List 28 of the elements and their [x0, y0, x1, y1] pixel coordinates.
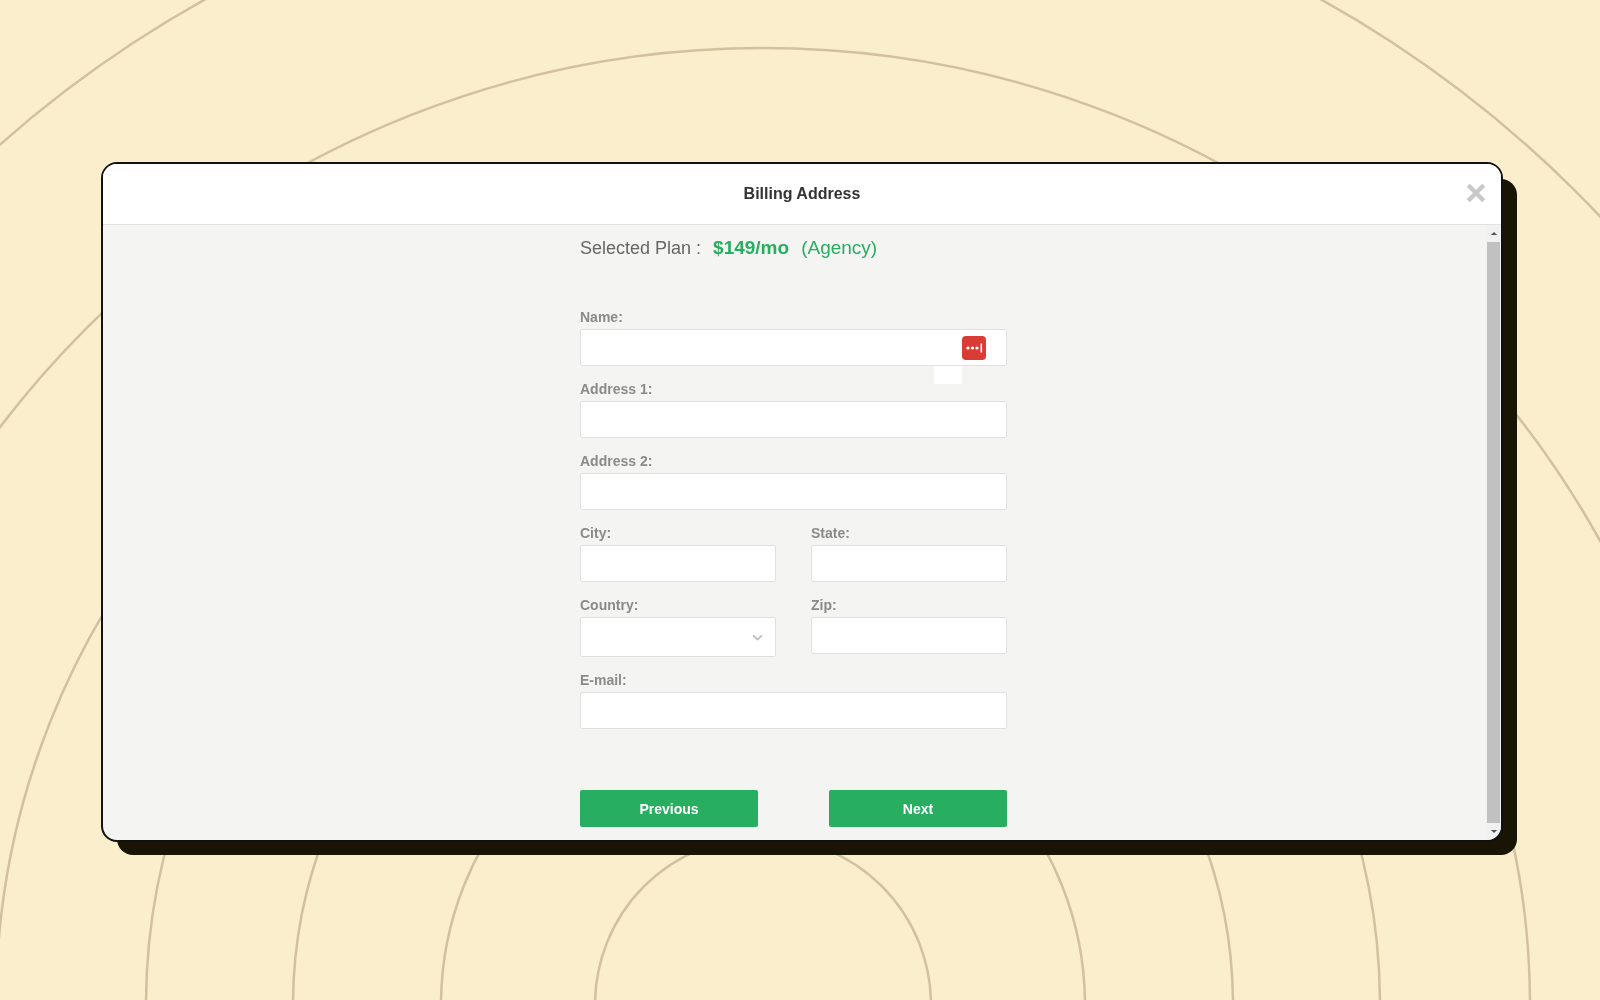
scrollbar[interactable] — [1486, 225, 1501, 840]
dialog-title: Billing Address — [743, 185, 861, 203]
field-label: Country: — [580, 597, 640, 613]
input-field[interactable] — [811, 617, 1007, 654]
input-field[interactable] — [580, 692, 1007, 729]
plan-label: Selected Plan : — [580, 238, 702, 259]
close-icon[interactable] — [1465, 182, 1487, 204]
autofill-popup — [934, 366, 962, 384]
field-label: Address 2: — [580, 453, 654, 469]
field-label: State: — [811, 525, 851, 541]
scroll-up-icon[interactable] — [1489, 231, 1498, 236]
scroll-down-icon[interactable] — [1489, 829, 1498, 834]
input-field[interactable] — [580, 545, 776, 582]
field-label: E-mail: — [580, 672, 628, 688]
input-field[interactable] — [580, 473, 1007, 510]
plan-name: (Agency) — [801, 237, 878, 259]
wizard-button[interactable]: Next — [829, 790, 1007, 827]
field-label: Zip: — [811, 597, 838, 613]
wizard-button[interactable]: Previous — [580, 790, 758, 827]
country-select[interactable] — [580, 617, 776, 657]
field-label: Name: — [580, 309, 624, 325]
field-label: Address 1: — [580, 381, 654, 397]
password-manager-icon[interactable] — [962, 336, 986, 360]
field-label: City: — [580, 525, 613, 541]
input-field[interactable] — [811, 545, 1007, 582]
chevron-icon — [752, 634, 763, 641]
plan-price: $149/mo — [713, 237, 790, 259]
input-field[interactable] — [580, 401, 1007, 438]
